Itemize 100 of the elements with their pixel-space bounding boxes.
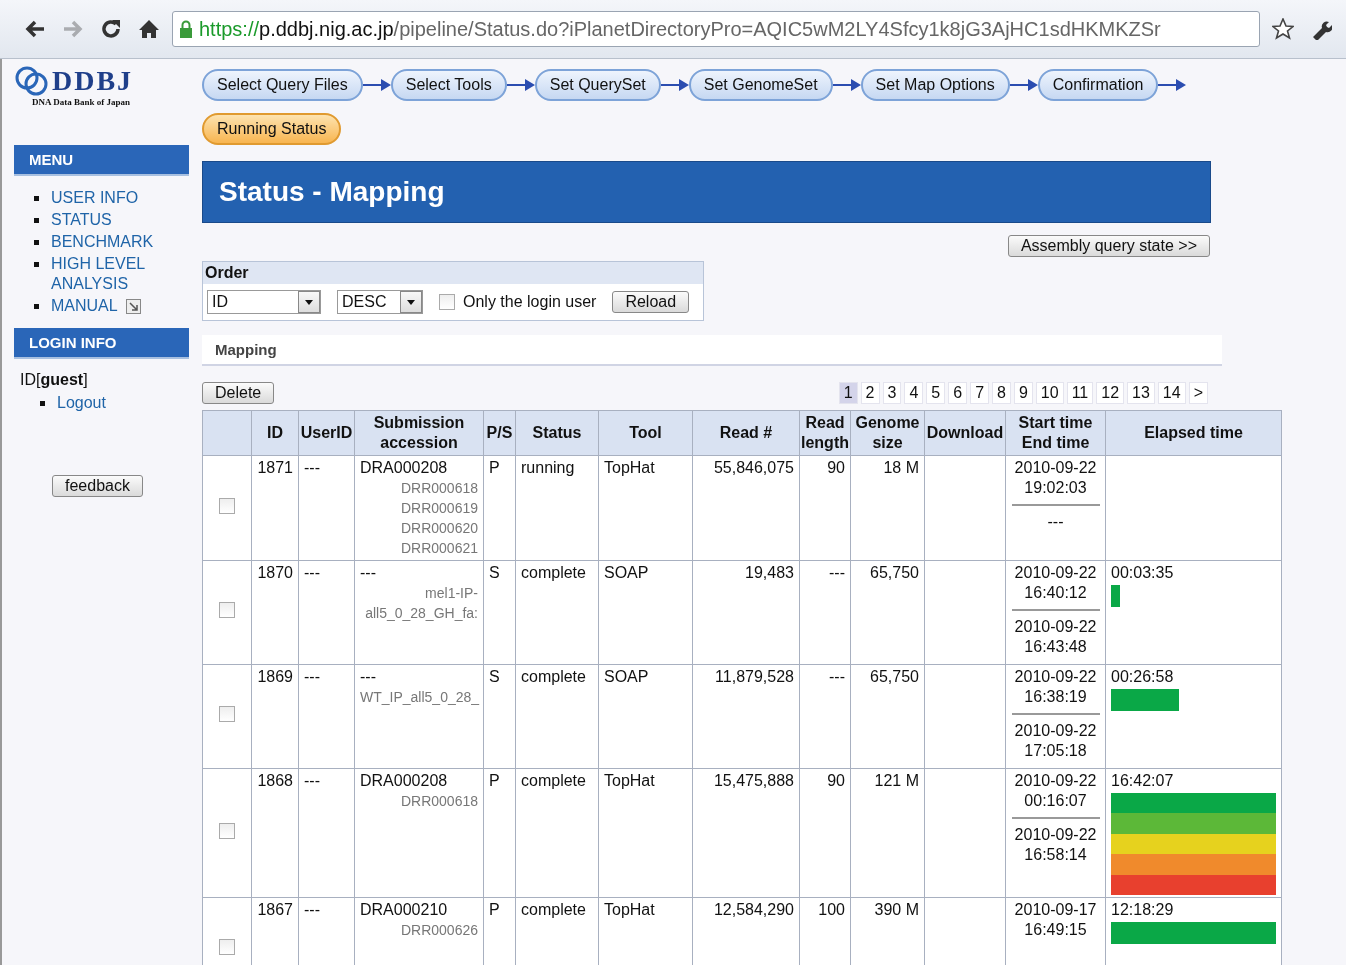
- menu-link[interactable]: MANUAL: [51, 296, 118, 316]
- start-time: 16:49:15: [1024, 920, 1087, 940]
- run-id: DRR000619: [399, 499, 478, 518]
- run-id: DRR000626: [399, 921, 478, 940]
- page-link[interactable]: 6: [948, 382, 968, 404]
- table-cell: ---: [298, 768, 355, 898]
- column-header: Read length: [799, 410, 851, 456]
- column-header: P/S: [483, 410, 516, 456]
- sort-field-select[interactable]: ID: [207, 290, 321, 314]
- table-cell: ---: [298, 455, 355, 561]
- table-cell: ---: [298, 664, 355, 769]
- table-cell: 55,846,075: [692, 455, 800, 561]
- end-date: 2010-09-22: [1014, 825, 1097, 845]
- menu-link[interactable]: BENCHMARK: [51, 232, 161, 252]
- page-link[interactable]: 2: [860, 382, 880, 404]
- table-cell: S: [483, 664, 516, 769]
- step-button[interactable]: Confirmation: [1037, 69, 1159, 101]
- menu-link[interactable]: STATUS: [51, 210, 161, 230]
- table-cell: 121 M: [850, 768, 925, 898]
- row-checkbox[interactable]: [219, 822, 235, 839]
- assembly-state-button[interactable]: Assembly query state >>: [1007, 235, 1210, 257]
- sort-direction-select[interactable]: DESC: [337, 290, 423, 314]
- table-cell: 90: [799, 768, 851, 898]
- step-button[interactable]: Running Status: [202, 113, 342, 145]
- page-link[interactable]: 3: [882, 382, 902, 404]
- start-date: 2010-09-22: [1014, 563, 1097, 583]
- accession-text: DRA000208: [360, 458, 449, 478]
- menu-header: MENU: [14, 145, 189, 176]
- end-time: 16:43:48: [1024, 637, 1087, 657]
- table-cell: 1871: [251, 455, 299, 561]
- order-header: Order: [203, 262, 703, 284]
- table-cell: ---: [298, 560, 355, 665]
- step-button[interactable]: Select Query Files: [202, 69, 363, 101]
- logout-link[interactable]: Logout: [57, 393, 167, 413]
- start-date: 2010-09-17: [1014, 900, 1097, 920]
- table-cell: running: [515, 455, 599, 561]
- start-time: 16:40:12: [1024, 583, 1087, 603]
- delete-button[interactable]: Delete: [202, 382, 275, 404]
- table-cell: TopHat: [598, 455, 693, 561]
- page-title: Status - Mapping: [202, 161, 1211, 223]
- login-id: ID[guest]: [20, 371, 89, 389]
- page-link[interactable]: >: [1188, 382, 1208, 404]
- page-link[interactable]: 13: [1127, 382, 1155, 404]
- checkbox-label: Only the login user: [463, 293, 597, 311]
- arrow-icon: [1158, 78, 1187, 92]
- table-cell: complete: [515, 664, 599, 769]
- elapsed-bar: [1111, 689, 1180, 711]
- table-cell: complete: [515, 768, 599, 898]
- back-icon: [24, 19, 46, 39]
- page-link[interactable]: 1: [838, 382, 858, 404]
- dropdown-icon: [407, 299, 415, 305]
- column-header: Elapsed time: [1105, 410, 1282, 456]
- column-header: Genome size: [850, 410, 925, 456]
- elapsed-bar: [1111, 585, 1121, 607]
- arrow-icon: [506, 78, 535, 92]
- page-link[interactable]: 11: [1066, 382, 1094, 404]
- accession-text: ---: [360, 667, 377, 687]
- page-link[interactable]: 4: [904, 382, 924, 404]
- step-button[interactable]: Select Tools: [390, 69, 507, 101]
- row-checkbox[interactable]: [219, 497, 235, 514]
- step-button[interactable]: Set Map Options: [860, 69, 1010, 101]
- run-id: DRR000618: [399, 479, 478, 498]
- table-cell: ---: [799, 560, 851, 665]
- bullet-icon: [34, 262, 39, 267]
- section-title: Mapping: [202, 335, 1222, 366]
- run-id: all5_0_28_GH_fa:: [364, 604, 478, 623]
- row-checkbox[interactable]: [219, 939, 235, 955]
- reload-icon: [100, 18, 122, 40]
- run-id: mel1-IP-: [424, 584, 478, 603]
- reload-button[interactable]: Reload: [612, 291, 690, 313]
- menu-link[interactable]: USER INFO: [51, 188, 161, 208]
- step-button[interactable]: Set QuerySet: [534, 69, 661, 101]
- menu-link[interactable]: HIGH LEVEL ANALYSIS: [51, 254, 161, 294]
- page-link[interactable]: 9: [1013, 382, 1033, 404]
- address-field[interactable]: https://p.ddbj.nig.ac.jp/pipeline/Status.do?iPlanetDirectoryPro=AQIC5wM2LY4Sfcy1k8jG3AjHC1sdHKMKZSr: [172, 11, 1260, 47]
- star-icon: [1272, 18, 1294, 40]
- page-link[interactable]: 8: [992, 382, 1011, 404]
- table-cell: ---: [799, 664, 851, 769]
- feedback-button[interactable]: feedback: [52, 475, 143, 497]
- row-checkbox[interactable]: [219, 706, 235, 722]
- table-cell: SOAP: [598, 560, 693, 665]
- page-link[interactable]: 12: [1096, 382, 1125, 404]
- run-id: WT_IP_all5_0_28_: [360, 688, 478, 707]
- table-cell: P: [483, 768, 516, 898]
- step-button[interactable]: Set GenomeSet: [688, 69, 833, 101]
- page-link[interactable]: 10: [1035, 382, 1064, 404]
- page-link[interactable]: 14: [1157, 382, 1186, 404]
- page-link[interactable]: 7: [970, 382, 990, 404]
- run-id: DRR000621: [399, 539, 478, 558]
- arrow-icon: [832, 78, 861, 92]
- logo-title: DDBJ: [52, 65, 134, 97]
- page-link[interactable]: 5: [926, 382, 946, 404]
- end-date: 2010-09-22: [1014, 721, 1097, 741]
- login-header: LOGIN INFO: [14, 328, 189, 359]
- row-checkbox[interactable]: [219, 602, 235, 618]
- forward-icon: [62, 19, 84, 39]
- table-cell: 65,750: [850, 664, 925, 769]
- column-header: Submission accession: [354, 410, 484, 456]
- checkbox[interactable]: [439, 294, 455, 310]
- home-icon: [138, 18, 160, 40]
